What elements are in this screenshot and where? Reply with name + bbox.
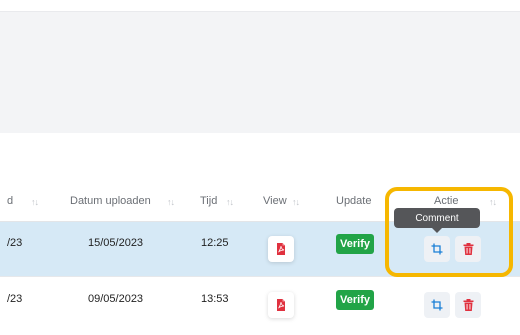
view-pdf-button[interactable] xyxy=(268,236,294,262)
sort-arrows-icon[interactable]: ↑↓ xyxy=(31,197,39,207)
sort-arrows-icon[interactable]: ↑↓ xyxy=(226,197,234,207)
column-header-time[interactable]: Tijd xyxy=(200,195,217,207)
upload-date-cell: 15/05/2023 xyxy=(88,237,144,249)
crop-comment-icon xyxy=(431,299,443,311)
pdf-file-icon xyxy=(277,243,285,255)
view-pdf-button[interactable] xyxy=(268,292,294,318)
sort-arrows-icon[interactable]: ↑↓ xyxy=(292,197,300,207)
trash-icon xyxy=(463,299,473,311)
annotation-highlight xyxy=(385,187,513,277)
column-header-date[interactable]: d xyxy=(7,195,13,207)
sort-arrows-icon[interactable]: ↑↓ xyxy=(167,197,175,207)
verify-button[interactable]: Verify xyxy=(336,234,374,254)
time-cell: 12:25 xyxy=(201,237,229,249)
date-cell: /23 xyxy=(7,237,23,249)
column-header-upload-date[interactable]: Datum uploaden xyxy=(70,195,151,207)
pdf-file-icon xyxy=(277,299,285,311)
date-cell: /23 xyxy=(7,293,23,305)
top-panel xyxy=(0,11,520,134)
verify-button[interactable]: Verify xyxy=(336,290,374,310)
delete-button[interactable] xyxy=(455,292,481,318)
comment-button[interactable] xyxy=(424,292,450,318)
upload-date-cell: 09/05/2023 xyxy=(88,293,144,305)
column-header-view[interactable]: View xyxy=(263,195,287,207)
time-cell: 13:53 xyxy=(201,293,229,305)
column-header-update: Update xyxy=(336,195,372,207)
